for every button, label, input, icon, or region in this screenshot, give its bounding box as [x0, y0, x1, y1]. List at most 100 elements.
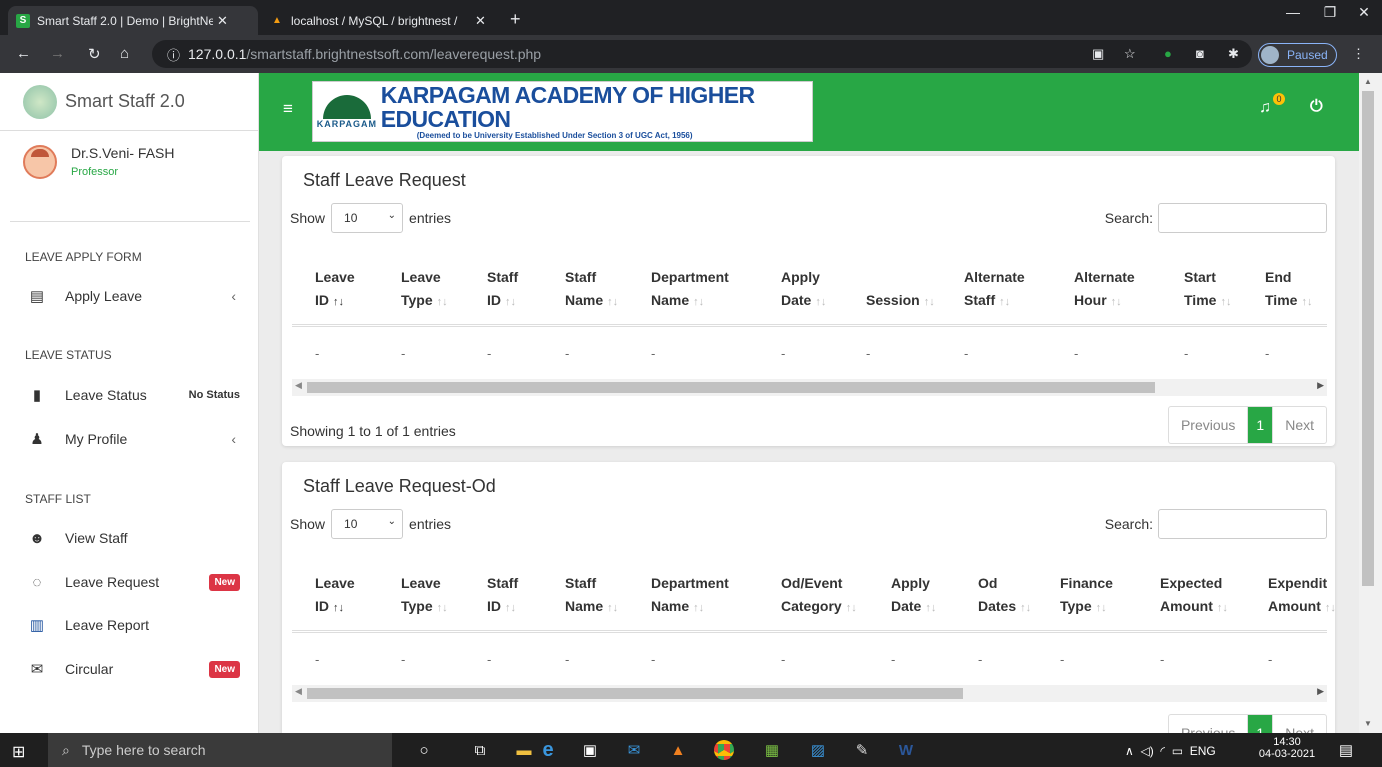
tab-smart-staff[interactable]: S Smart Staff 2.0 | Demo | BrightNe ✕: [8, 6, 258, 35]
word-icon[interactable]: W: [894, 739, 918, 761]
column-header[interactable]: Staff Name ↑↓: [565, 572, 618, 620]
sort-icon[interactable]: ↑↓: [1217, 602, 1228, 614]
sort-icon[interactable]: ↑↓: [607, 602, 618, 614]
column-header[interactable]: Apply Date ↑↓: [781, 266, 826, 314]
system-tray[interactable]: ∧ ◁) ◜ ▭ ENG: [1125, 744, 1216, 758]
windows-start-icon[interactable]: ⊞: [12, 742, 25, 762]
cortana-icon[interactable]: ○: [412, 739, 436, 761]
horizontal-scrollbar[interactable]: ◀ ▶: [292, 685, 1327, 702]
sort-icon[interactable]: ↑↓: [1111, 296, 1122, 308]
restore-icon[interactable]: ❐: [1315, 4, 1345, 21]
sidebar-item-leave-request[interactable]: ◌ Leave Request New: [25, 570, 240, 594]
battery-icon[interactable]: ▭: [1172, 744, 1183, 758]
scroll-up-icon[interactable]: ▲: [1364, 77, 1372, 86]
language-indicator[interactable]: ENG: [1190, 744, 1216, 758]
vlc-icon[interactable]: ▲: [666, 739, 690, 761]
camera-icon[interactable]: ◙: [1196, 46, 1204, 61]
app-icon[interactable]: ▦: [760, 739, 784, 761]
browser-menu-icon[interactable]: ⋮: [1352, 46, 1365, 62]
minimize-icon[interactable]: —: [1278, 4, 1308, 20]
column-header[interactable]: Expected Amount ↑↓: [1160, 572, 1228, 620]
sort-icon[interactable]: ↑↓: [1325, 602, 1336, 614]
wifi-icon[interactable]: ◜: [1160, 744, 1165, 758]
column-header[interactable]: Finance Type ↑↓: [1060, 572, 1113, 620]
clock[interactable]: 14:30 04-03-2021: [1258, 736, 1316, 760]
column-header[interactable]: Od/Event Category ↑↓: [781, 572, 857, 620]
sort-icon[interactable]: ↑↓: [925, 602, 936, 614]
url-field[interactable]: ⓘ 127.0.0.1/smartstaff.brightnestsoft.co…: [152, 40, 1252, 68]
column-header[interactable]: Department Name ↑↓: [651, 572, 729, 620]
photos-icon[interactable]: ▨: [806, 739, 830, 761]
sort-icon[interactable]: ↑↓: [437, 296, 448, 308]
scroll-right-icon[interactable]: ▶: [1317, 686, 1324, 697]
column-header[interactable]: Od Dates ↑↓: [978, 572, 1031, 620]
sidebar-item-view-staff[interactable]: ☻ View Staff: [25, 526, 240, 550]
sort-icon[interactable]: ↑↓: [333, 602, 344, 614]
sort-icon[interactable]: ↑↓: [607, 296, 618, 308]
task-view-icon[interactable]: ⧉: [468, 739, 492, 761]
column-header[interactable]: Leave Type ↑↓: [401, 266, 448, 314]
sidebar-item-leave-report[interactable]: ▥ Leave Report: [25, 613, 240, 637]
mail-icon[interactable]: ✉: [622, 739, 646, 761]
page-1-button[interactable]: 1: [1248, 715, 1274, 733]
notifications-icon[interactable]: ▤: [1334, 739, 1358, 761]
bookmark-star-icon[interactable]: ☆: [1124, 46, 1136, 62]
scrollbar-thumb[interactable]: [1362, 91, 1374, 586]
sort-icon[interactable]: ↑↓: [1301, 296, 1312, 308]
scroll-left-icon[interactable]: ◀: [295, 380, 302, 391]
column-header[interactable]: Department Name ↑↓: [651, 266, 729, 314]
translate-icon[interactable]: ▣: [1092, 46, 1104, 62]
previous-button[interactable]: Previous: [1169, 715, 1249, 733]
sort-icon[interactable]: ↑↓: [505, 296, 516, 308]
sort-icon[interactable]: ↑↓: [505, 602, 516, 614]
sort-icon[interactable]: ↑↓: [999, 296, 1010, 308]
sort-icon[interactable]: ↑↓: [1020, 602, 1031, 614]
page-scrollbar[interactable]: ▲ ▼: [1359, 73, 1382, 733]
tray-chevron-icon[interactable]: ∧: [1125, 744, 1134, 758]
bell-icon[interactable]: ♫: [1259, 99, 1271, 117]
close-tab-icon[interactable]: ✕: [217, 13, 228, 29]
taskbar-search[interactable]: ⌕ Type here to search: [48, 733, 392, 767]
column-header[interactable]: End Time ↑↓: [1265, 266, 1312, 314]
column-header[interactable]: Staff ID ↑↓: [487, 572, 518, 620]
store-icon[interactable]: ▣: [578, 739, 602, 761]
column-header[interactable]: Expendit Amount ↑↓: [1268, 572, 1336, 620]
column-header[interactable]: Alternate Hour ↑↓: [1074, 266, 1135, 314]
edge-icon[interactable]: e: [536, 739, 560, 761]
sidebar-item-leave-status[interactable]: ▮ Leave Status No Status: [25, 383, 240, 407]
reload-icon[interactable]: ↻: [88, 45, 101, 63]
extension-dot-icon[interactable]: ●: [1164, 46, 1172, 61]
sort-icon[interactable]: ↑↓: [1220, 296, 1231, 308]
sort-icon[interactable]: ↑↓: [924, 296, 935, 308]
sort-icon[interactable]: ↑↓: [333, 296, 344, 308]
column-header[interactable]: Leave ID ↑↓: [315, 266, 355, 314]
column-header[interactable]: Staff ID ↑↓: [487, 266, 518, 314]
sort-icon[interactable]: ↑↓: [693, 602, 704, 614]
horizontal-scrollbar[interactable]: ◀ ▶: [292, 379, 1327, 396]
column-header[interactable]: Alternate Staff ↑↓: [964, 266, 1025, 314]
scrollbar-thumb[interactable]: [307, 688, 963, 699]
back-icon[interactable]: ←: [16, 45, 31, 62]
sort-icon[interactable]: ↑↓: [1096, 602, 1107, 614]
entries-select[interactable]: 10 ⌄: [331, 203, 404, 233]
close-tab-icon[interactable]: ✕: [475, 13, 486, 29]
power-icon[interactable]: ⏻: [1310, 98, 1323, 116]
sidebar-brand[interactable]: Smart Staff 2.0: [0, 73, 258, 131]
file-explorer-icon[interactable]: ▬: [512, 739, 536, 761]
sort-icon[interactable]: ↑↓: [437, 602, 448, 614]
page-1-button[interactable]: 1: [1248, 407, 1274, 443]
column-header[interactable]: Leave ID ↑↓: [315, 572, 355, 620]
hamburger-menu-icon[interactable]: ≡: [283, 99, 293, 119]
info-icon[interactable]: ⓘ: [167, 45, 180, 64]
forward-icon[interactable]: →: [50, 45, 65, 62]
search-input[interactable]: [1158, 509, 1327, 539]
scroll-right-icon[interactable]: ▶: [1317, 380, 1324, 391]
sidebar-item-apply-leave[interactable]: ▤ Apply Leave ‹: [25, 284, 240, 308]
previous-button[interactable]: Previous: [1169, 407, 1249, 443]
search-input[interactable]: [1158, 203, 1327, 233]
sidebar-item-my-profile[interactable]: ♟ My Profile ‹: [25, 427, 240, 451]
next-button[interactable]: Next: [1273, 715, 1326, 733]
column-header[interactable]: Staff Name ↑↓: [565, 266, 618, 314]
scroll-left-icon[interactable]: ◀: [295, 686, 302, 697]
sort-icon[interactable]: ↑↓: [815, 296, 826, 308]
